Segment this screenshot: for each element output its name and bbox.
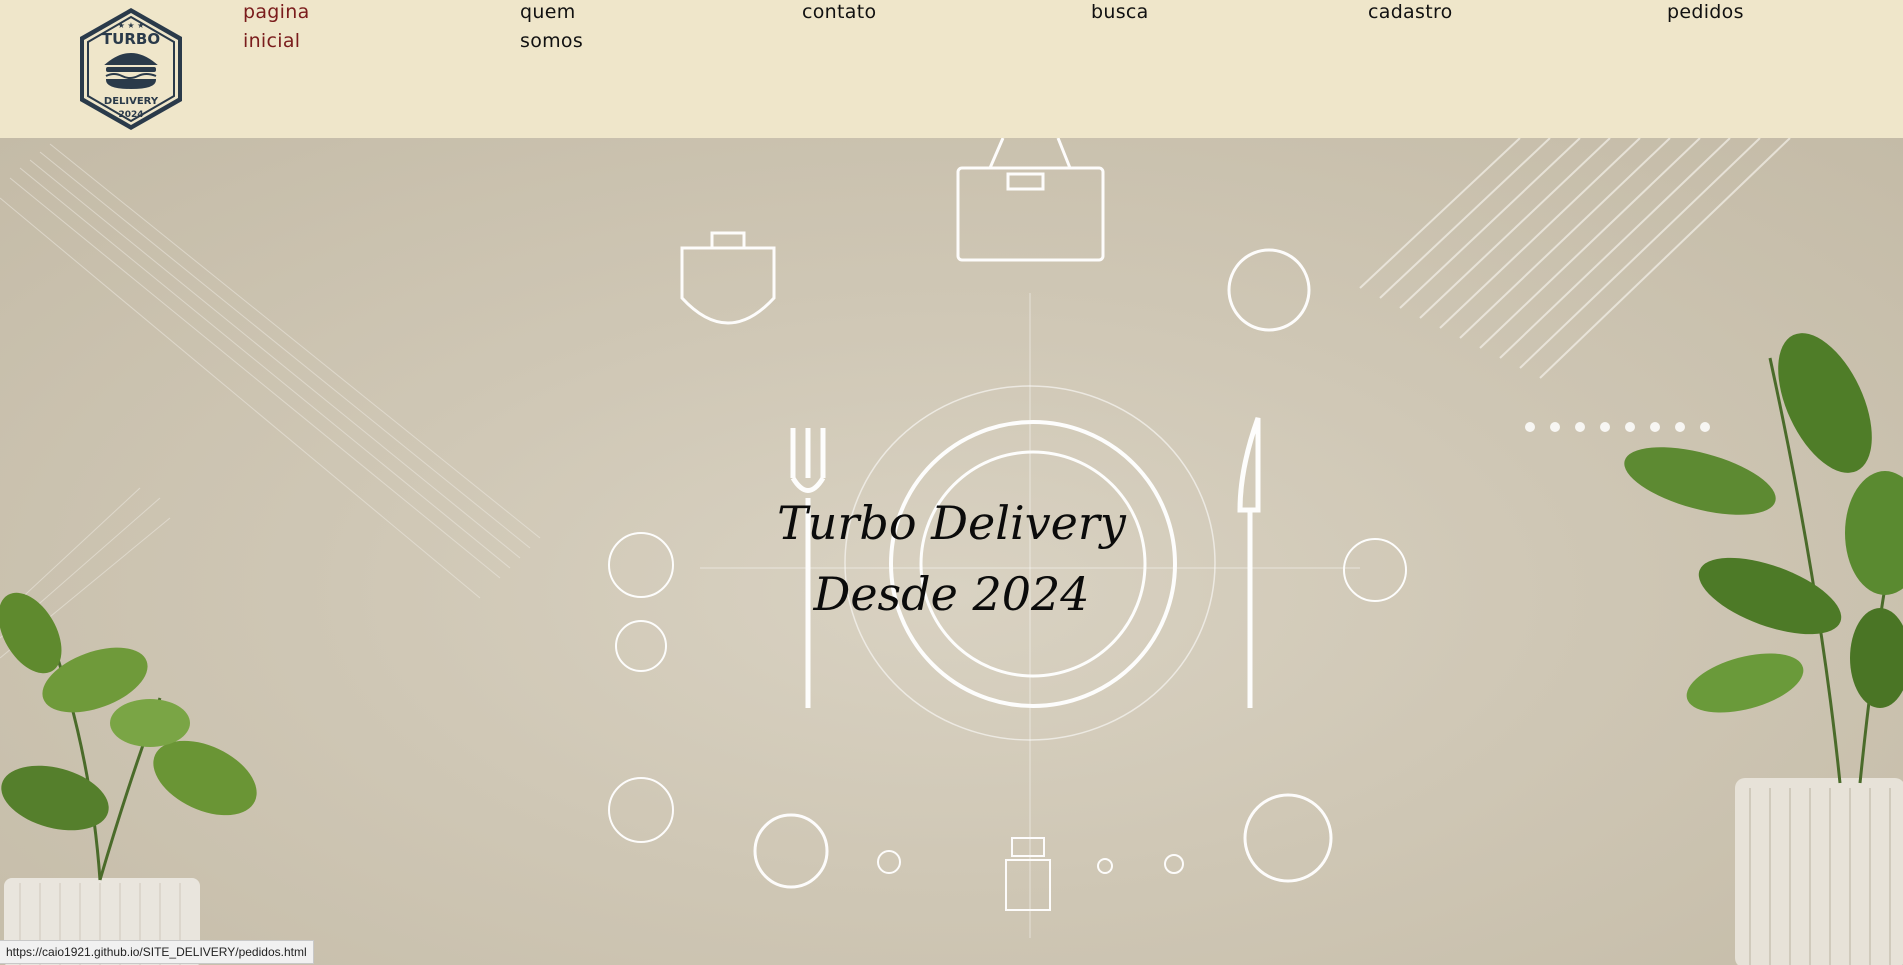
- hero-banner: Turbo Delivery Desde 2024: [0, 138, 1903, 965]
- plant-left: [0, 592, 257, 965]
- nav-cadastro[interactable]: cadastro: [1368, 0, 1453, 27]
- logo-middle-text: DELIVERY: [104, 96, 159, 107]
- nav-pagina-inicial[interactable]: pagina inicial: [243, 0, 310, 56]
- nav-busca[interactable]: busca: [1091, 0, 1149, 27]
- nav-quem-somos[interactable]: quem somos: [520, 0, 583, 56]
- logo-year: 2024: [118, 110, 143, 120]
- plant-right: [1624, 333, 1903, 965]
- burger-icon: [104, 53, 158, 90]
- hero-subtitle: Desde 2024: [813, 567, 1090, 621]
- logo-top-text: TURBO: [102, 30, 160, 48]
- status-bar-url: https://caio1921.github.io/SITE_DELIVERY…: [0, 940, 314, 964]
- nav-contato[interactable]: contato: [802, 0, 876, 27]
- site-header: TURBO DELIVERY 2024 ★ ★ ★ pagina inicial …: [0, 0, 1903, 138]
- svg-text:★ ★ ★: ★ ★ ★: [118, 21, 145, 30]
- nav-pedidos[interactable]: pedidos: [1667, 0, 1744, 27]
- hero-title: Turbo Delivery: [777, 496, 1126, 550]
- turbo-delivery-logo[interactable]: TURBO DELIVERY 2024 ★ ★ ★: [74, 6, 188, 132]
